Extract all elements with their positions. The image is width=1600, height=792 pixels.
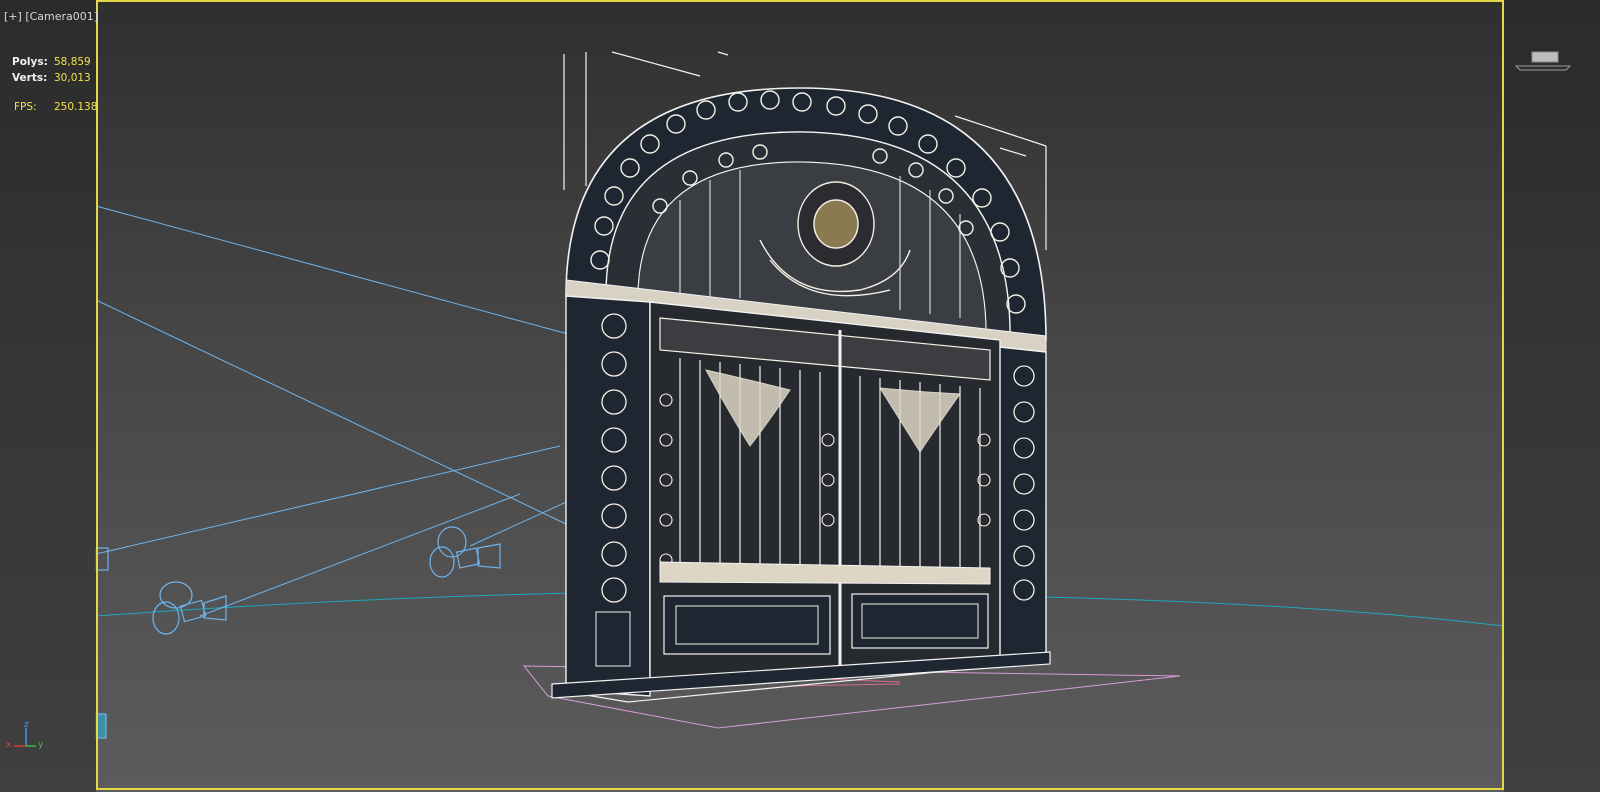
stat-verts-value: 30,013 [54, 72, 91, 84]
viewport-plus-menu[interactable]: [+] [4, 10, 22, 23]
viewport-right-margin [1504, 0, 1600, 792]
stat-polys: Polys: 58,859 [12, 54, 91, 70]
stat-polys-value: 58,859 [54, 56, 91, 68]
stat-polys-label: Polys: [12, 56, 48, 68]
camera-icon-mid [429, 526, 501, 578]
viewport-camera-menu[interactable]: [Camera001] [25, 10, 98, 23]
scene-canvas[interactable] [0, 0, 1600, 792]
stat-fps: FPS: 250.138 [14, 101, 97, 113]
axis-tripod-icon: z x y [4, 720, 54, 762]
stat-fps-value: 250.138 [54, 101, 98, 113]
stat-verts: Verts: 30,013 [12, 70, 91, 86]
stat-fps-label: FPS: [14, 101, 37, 113]
viewport-left-margin [0, 0, 96, 792]
door-panel-left [663, 595, 831, 655]
axis-z-label: z [24, 720, 29, 730]
axis-y-label: y [38, 740, 44, 750]
door-panel-right [851, 593, 989, 649]
axis-x-label: x [6, 740, 12, 750]
perspective-viewport[interactable]: [+] [Camera001] Polys: 58,859 Verts: 30,… [0, 0, 1600, 792]
viewcube-icon[interactable] [1514, 48, 1574, 74]
viewport-label: [+] [Camera001] [4, 10, 98, 23]
camera-icon-edge [95, 547, 109, 739]
viewport-statistics: Polys: 58,859 Verts: 30,013 [12, 54, 91, 86]
gate-pillar-left [565, 295, 651, 697]
gate-model[interactable] [551, 87, 1051, 699]
stat-verts-label: Verts: [12, 72, 48, 84]
